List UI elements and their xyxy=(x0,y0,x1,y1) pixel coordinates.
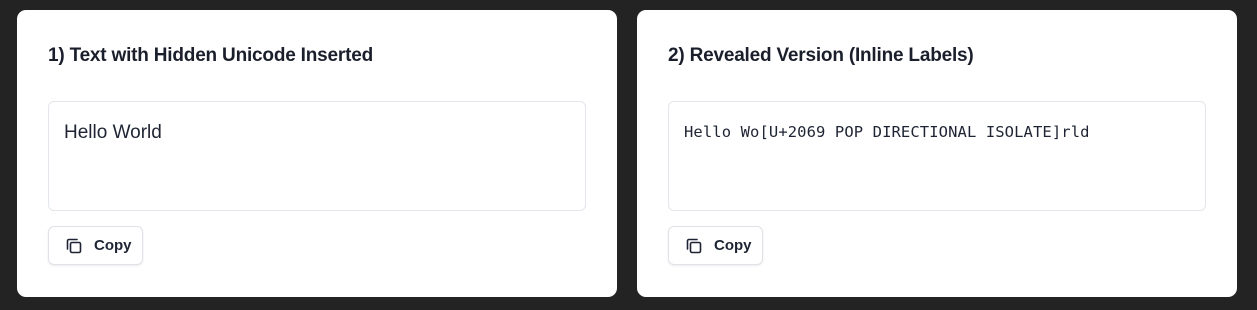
panel-title: 2) Revealed Version (Inline Labels) xyxy=(668,45,974,66)
copy-button[interactable]: Copy xyxy=(48,226,143,265)
copy-button-label: Copy xyxy=(714,237,752,254)
panel-title: 1) Text with Hidden Unicode Inserted xyxy=(48,45,373,66)
copy-button[interactable]: Copy xyxy=(668,226,763,265)
revealed-version-panel: 2) Revealed Version (Inline Labels) Hell… xyxy=(637,10,1237,297)
copy-icon xyxy=(684,236,704,256)
hidden-unicode-text: Hello World xyxy=(64,122,162,143)
hidden-unicode-panel: 1) Text with Hidden Unicode Inserted Hel… xyxy=(17,10,617,297)
revealed-text: Hello Wo[U+2069 POP DIRECTIONAL ISOLATE]… xyxy=(684,123,1090,141)
copy-button-label: Copy xyxy=(94,237,132,254)
hidden-unicode-text-area[interactable]: Hello World xyxy=(48,101,586,211)
copy-icon xyxy=(64,236,84,256)
revealed-text-area[interactable]: Hello Wo[U+2069 POP DIRECTIONAL ISOLATE]… xyxy=(668,101,1206,211)
app-root: 1) Text with Hidden Unicode Inserted Hel… xyxy=(0,0,1257,310)
